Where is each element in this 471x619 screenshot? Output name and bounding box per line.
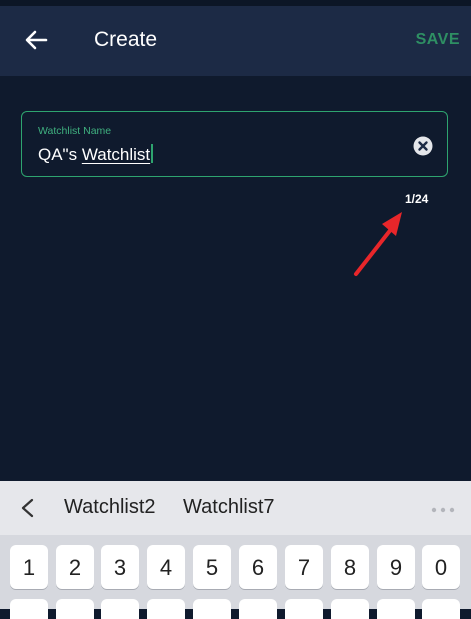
key-partial[interactable] [10,599,48,619]
key-partial[interactable] [56,599,94,619]
back-arrow-icon[interactable] [20,24,52,56]
key-partial[interactable] [101,599,139,619]
key-3[interactable]: 3 [101,545,139,589]
suggestion-bar: Watchlist2 Watchlist7 [0,481,471,535]
suggestion-2[interactable]: Watchlist7 [183,496,275,519]
page-title: Create [94,28,158,51]
key-partial[interactable] [193,599,231,619]
key-7[interactable]: 7 [285,545,323,589]
save-button[interactable]: SAVE [416,31,460,49]
key-partial[interactable] [285,599,323,619]
suggestion-1[interactable]: Watchlist2 [64,496,156,519]
key-6[interactable]: 6 [239,545,277,589]
watchlist-name-input[interactable]: QA"s Watchlist [38,144,154,165]
key-partial[interactable] [331,599,369,619]
key-1[interactable]: 1 [10,545,48,589]
key-4[interactable]: 4 [147,545,185,589]
more-icon[interactable] [430,507,456,513]
number-row: 1 2 3 4 5 6 7 8 9 0 [0,545,471,589]
key-partial[interactable] [422,599,460,619]
key-2[interactable]: 2 [56,545,94,589]
keyboard: Watchlist2 Watchlist7 1 2 3 4 5 6 7 8 9 … [0,481,471,619]
key-partial[interactable] [377,599,415,619]
app-bar: Create SAVE [0,6,471,76]
watchlist-name-field[interactable]: Watchlist Name QA"s Watchlist [21,111,448,177]
key-partial[interactable] [147,599,185,619]
key-partial[interactable] [239,599,277,619]
chevron-left-icon[interactable] [18,498,38,518]
letter-row-partial [0,599,471,619]
field-label: Watchlist Name [38,125,112,137]
input-text-word: Watchlist [81,145,151,164]
text-caret [151,144,154,163]
annotation-arrow-icon [354,212,402,276]
input-text-prefix: QA"s [38,145,82,164]
clear-icon[interactable] [413,136,433,156]
key-5[interactable]: 5 [193,545,231,589]
key-9[interactable]: 9 [377,545,415,589]
key-8[interactable]: 8 [331,545,369,589]
key-0[interactable]: 0 [422,545,460,589]
